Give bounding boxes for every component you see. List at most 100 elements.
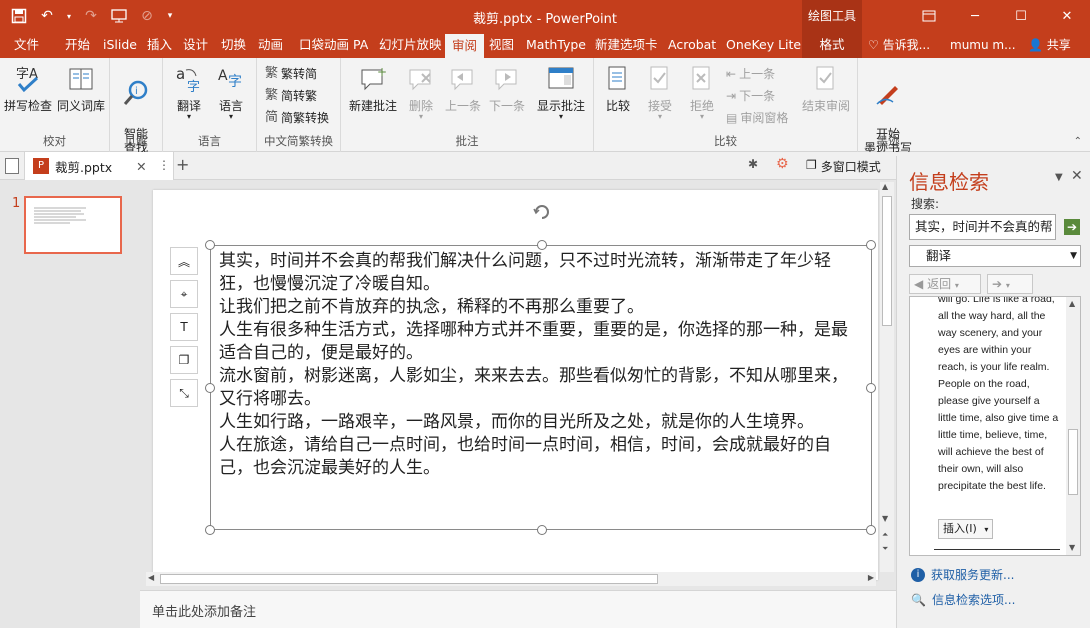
scroll-down-icon[interactable]: ▼ [882, 514, 888, 523]
language-button[interactable]: A字 语言 ▾ [211, 62, 251, 121]
new-tab-icon[interactable]: + [176, 155, 189, 174]
spell-check-button[interactable]: 字A 拼写检查 [2, 62, 54, 113]
prev-slide-icon[interactable]: ⏶ [882, 530, 888, 540]
results-scrollbar[interactable]: ▲ ▼ [1066, 297, 1080, 555]
save-icon[interactable] [8, 5, 30, 27]
tab-home[interactable]: 开始 [58, 32, 97, 58]
get-updates-link[interactable]: i 获取服务更新... [911, 566, 1014, 583]
research-options-link[interactable]: 🔍 信息检索选项... [911, 591, 1015, 608]
tab-design[interactable]: 设计 [176, 32, 215, 58]
undo-dropdown-icon[interactable]: ▾ [64, 5, 74, 27]
resize-handle-tl[interactable] [205, 240, 215, 250]
next-slide-icon[interactable]: ⏷ [882, 544, 888, 554]
layers-icon[interactable]: ❐ [170, 346, 198, 374]
tab-slideshow[interactable]: 幻灯片放映 [372, 32, 449, 58]
forward-button[interactable]: ➔ ▾ [987, 274, 1033, 294]
tab-view[interactable]: 视图 [482, 32, 521, 58]
pin-icon[interactable]: ✱ [748, 157, 758, 171]
tab-review[interactable]: 审阅 [445, 34, 485, 58]
maximize-icon[interactable]: ☐ [998, 0, 1044, 32]
resize-handle-tc[interactable] [537, 240, 547, 250]
align-center-icon[interactable]: ⌖ [170, 280, 198, 308]
delete-comment-button[interactable]: 删除 ▾ [401, 62, 441, 121]
tab-new-tab[interactable]: 新建选项卡 [588, 32, 665, 58]
slide-thumbnail[interactable] [24, 196, 122, 254]
translate-button[interactable]: a字 翻译 ▾ [169, 62, 209, 121]
share-button[interactable]: 👤 共享 [1022, 34, 1077, 56]
scroll-thumb[interactable] [882, 196, 892, 326]
insert-button[interactable]: 插入(I) ▾ [938, 519, 994, 539]
tell-me-box[interactable]: ♡ 告诉我... [868, 32, 930, 58]
horizontal-scrollbar[interactable]: ◀ ▶ [146, 572, 876, 586]
resize-handle-bl[interactable] [205, 525, 215, 535]
file-icon[interactable] [5, 158, 19, 174]
redo-icon[interactable]: ↷ [80, 5, 102, 27]
notes-pane[interactable]: 单击此处添加备注 [140, 590, 896, 628]
tab-menu-icon[interactable]: ⋮ [158, 158, 170, 172]
tab-pocket-animation[interactable]: 口袋动画 PA [292, 32, 375, 58]
reject-button[interactable]: 拒绝 ▾ [682, 62, 722, 121]
tab-acrobat[interactable]: Acrobat [661, 32, 723, 58]
end-review-button[interactable]: 结束审阅 [798, 62, 854, 113]
accept-button[interactable]: 接受 ▾ [640, 62, 680, 121]
collapse-ribbon-icon[interactable]: ⌃ [1074, 136, 1082, 147]
results-scroll-down-icon[interactable]: ▼ [1069, 543, 1075, 552]
slide[interactable]: ︽ ⌖ T ❐ ⤡ 其实，时间并不会真的帮我们解决什么问题，只不过时光流转，渐渐… [153, 190, 878, 580]
vertical-scrollbar[interactable]: ▲ ▼ ⏶ ⏷ [880, 182, 894, 572]
minimize-icon[interactable]: ─ [952, 0, 998, 32]
simp-to-trad-button[interactable]: 繁 简转繁 [265, 86, 317, 106]
compare-button[interactable]: 比较 [598, 62, 638, 113]
tab-format[interactable]: 格式 [802, 32, 862, 58]
prev-change-button[interactable]: ⇤ 上一条 [726, 64, 775, 84]
service-select[interactable]: 翻译 ▼ [909, 245, 1081, 267]
prev-comment-button[interactable]: 上一条 [441, 62, 485, 113]
next-comment-button[interactable]: 下一条 [485, 62, 529, 113]
bring-forward-icon[interactable]: ︽ [170, 247, 198, 275]
touch-mode-icon[interactable]: ⊘ [136, 5, 158, 27]
tab-mathtype[interactable]: MathType [519, 32, 593, 58]
resize-handle-ml[interactable] [205, 383, 215, 393]
scroll-left-icon[interactable]: ◀ [148, 573, 154, 582]
doc-tab-active[interactable]: P 裁剪.pptx ✕ [24, 152, 174, 180]
tab-transitions[interactable]: 切换 [214, 32, 253, 58]
close-icon[interactable]: ✕ [1044, 0, 1090, 32]
results-scroll-up-icon[interactable]: ▲ [1069, 299, 1075, 308]
tab-islide[interactable]: iSlide [96, 32, 144, 58]
present-icon[interactable] [108, 5, 130, 27]
convert-button[interactable]: 简 简繁转换 [265, 108, 329, 128]
tab-onekey-lite[interactable]: OneKey Lite [719, 32, 808, 58]
customize-qat-icon[interactable]: ▾ [164, 5, 176, 27]
pane-close-icon[interactable]: ✕ [1071, 168, 1083, 184]
multi-window-button[interactable]: ❐ 多窗口模式 [806, 158, 881, 175]
textbox-icon[interactable]: T [170, 313, 198, 341]
scroll-up-icon[interactable]: ▲ [882, 182, 888, 191]
ribbon-display-icon[interactable] [906, 0, 952, 32]
tab-insert[interactable]: 插入 [140, 32, 179, 58]
selected-text-box[interactable]: 其实，时间并不会真的帮我们解决什么问题，只不过时光流转，渐渐带走了年少轻狂，也慢… [205, 240, 876, 535]
hscroll-thumb[interactable] [160, 574, 658, 584]
pane-options-icon[interactable]: ▼ [1055, 172, 1063, 183]
settings-icon[interactable]: ⚙ [776, 156, 789, 172]
resize-handle-tr[interactable] [866, 240, 876, 250]
undo-icon[interactable]: ↶ [36, 5, 58, 27]
show-comments-button[interactable]: 显示批注 ▾ [533, 62, 589, 121]
user-account[interactable]: mumu m... [950, 32, 1016, 58]
next-change-button[interactable]: ⇥ 下一条 [726, 86, 775, 106]
close-tab-icon[interactable]: ✕ [136, 159, 146, 174]
tab-animations[interactable]: 动画 [251, 32, 290, 58]
thesaurus-button[interactable]: 同义词库 [54, 62, 108, 113]
resize-handle-mr[interactable] [866, 383, 876, 393]
review-pane-button[interactable]: ▤ 审阅窗格 [726, 108, 788, 128]
search-go-icon[interactable]: ➔ [1064, 219, 1080, 235]
scroll-right-icon[interactable]: ▶ [868, 573, 874, 582]
results-scroll-thumb[interactable] [1068, 429, 1078, 495]
search-input[interactable]: 其实，时间并不会真的帮 [909, 214, 1056, 240]
trad-to-simp-button[interactable]: 繁 繁转简 [265, 64, 317, 84]
back-button[interactable]: ◀ 返回 ▾ [909, 274, 981, 294]
resize-icon[interactable]: ⤡ [170, 379, 198, 407]
new-comment-button[interactable]: + 新建批注 [345, 62, 401, 113]
resize-handle-bc[interactable] [537, 525, 547, 535]
tab-file[interactable]: 文件 [7, 32, 46, 58]
slide-text[interactable]: 其实，时间并不会真的帮我们解决什么问题，只不过时光流转，渐渐带走了年少轻狂，也慢… [219, 250, 859, 480]
resize-handle-br[interactable] [866, 525, 876, 535]
